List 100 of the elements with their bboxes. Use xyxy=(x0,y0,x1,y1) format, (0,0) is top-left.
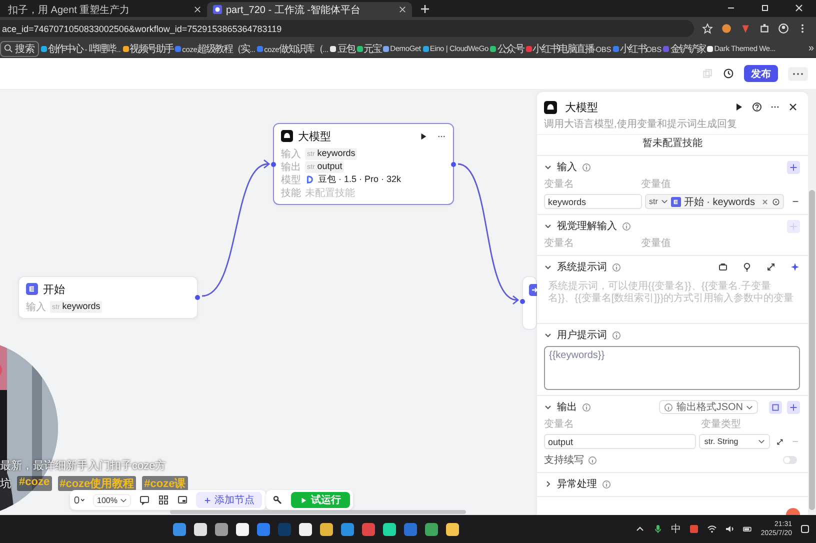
port-dot[interactable] xyxy=(451,162,456,167)
input-method-indicator[interactable]: 中 xyxy=(670,522,681,536)
row-label: 输入 xyxy=(26,300,46,314)
caption-text: 坑 xyxy=(0,476,11,491)
bookmark[interactable]: 公众号 xyxy=(490,42,524,56)
panel-description: 调用大语言模型,使用变量和提示词生成回复 xyxy=(543,118,738,132)
history-icon[interactable] xyxy=(723,68,734,79)
column-label: 变量名 xyxy=(544,236,575,250)
play-icon[interactable] xyxy=(734,102,744,112)
type-select[interactable]: str. String xyxy=(699,434,770,449)
chevron-icon[interactable] xyxy=(544,222,552,230)
template-icon[interactable] xyxy=(718,262,728,272)
comment-icon[interactable] xyxy=(139,495,150,505)
info-icon xyxy=(582,402,591,412)
minimap-icon[interactable] xyxy=(177,495,188,505)
info-icon xyxy=(602,480,611,488)
add-icon[interactable] xyxy=(787,400,800,414)
type-select[interactable]: str xyxy=(648,197,658,206)
microphone-icon[interactable] xyxy=(652,524,663,534)
bookmark[interactable]: 豆包 xyxy=(330,42,355,56)
site-icon xyxy=(213,5,222,14)
play-icon xyxy=(300,496,307,504)
port-dot[interactable] xyxy=(271,162,276,167)
address-bar[interactable]: ace_id=7467071050833002506&workflow_id=7529153865364783119 xyxy=(0,20,694,37)
app-icon[interactable] xyxy=(383,522,396,536)
mouse-icon[interactable] xyxy=(74,495,85,505)
name-field[interactable]: output xyxy=(544,434,696,449)
format-select[interactable]: 输出格式JSON xyxy=(659,400,758,414)
caret-icon xyxy=(120,498,128,502)
profile-icon[interactable] xyxy=(778,23,789,34)
grid-icon[interactable] xyxy=(158,495,170,505)
help-icon[interactable] xyxy=(752,102,762,112)
play-icon[interactable] xyxy=(419,132,428,140)
expand-icon[interactable] xyxy=(776,438,784,446)
chevron-icon[interactable] xyxy=(544,403,552,411)
extension-icon[interactable] xyxy=(721,23,732,34)
more-icon[interactable] xyxy=(788,66,808,80)
battery-icon[interactable] xyxy=(742,524,753,534)
start-icon xyxy=(26,283,38,295)
node-title: 开始 xyxy=(43,282,66,296)
column-label: 变量值 xyxy=(641,178,671,191)
settings-icon[interactable] xyxy=(772,198,780,206)
hashtag: #coze xyxy=(17,476,52,491)
name-field[interactable]: keywords xyxy=(544,194,642,209)
bulb-icon[interactable] xyxy=(742,262,752,272)
browser-tab[interactable]: part_720 - 工作流 -智能体平台 xyxy=(207,2,412,17)
add-icon[interactable] xyxy=(787,160,800,174)
row-label: 输入 xyxy=(281,148,301,160)
port-dot[interactable] xyxy=(195,295,200,300)
notification-icon[interactable] xyxy=(800,524,810,534)
search-overlay[interactable]: 搜索 xyxy=(0,40,39,56)
import-icon[interactable] xyxy=(769,400,782,414)
caret-icon xyxy=(746,404,753,410)
horizontal-scrollbar[interactable] xyxy=(170,510,466,514)
puzzle-icon[interactable] xyxy=(759,23,770,34)
browser-tab[interactable]: 扣子，用 Agent 重塑生产力 xyxy=(2,2,207,17)
chevron-icon[interactable] xyxy=(544,331,552,339)
wifi-icon[interactable] xyxy=(706,524,717,534)
publish-button[interactable]: 发布 xyxy=(744,65,778,82)
app-icon[interactable] xyxy=(194,522,208,536)
app-icon[interactable] xyxy=(320,522,334,536)
app-icon[interactable] xyxy=(215,522,228,536)
star-icon[interactable] xyxy=(702,23,713,34)
stream-label: 支持续写 xyxy=(544,454,584,467)
close-icon[interactable] xyxy=(788,102,798,112)
volume-icon[interactable] xyxy=(724,524,735,534)
value-field[interactable]: str 开始 · keywords xyxy=(644,194,784,209)
stream-toggle[interactable] xyxy=(783,456,797,464)
zoom-select[interactable]: 100% xyxy=(93,494,132,506)
port-dot[interactable] xyxy=(520,299,525,304)
chevron-icon[interactable] xyxy=(544,263,552,271)
wrench-icon[interactable] xyxy=(272,495,283,505)
restore-icon[interactable] xyxy=(760,3,770,13)
column-label: 变量值 xyxy=(641,236,671,250)
hashtag: #coze使用教程 xyxy=(58,476,136,491)
add-node-button[interactable]: 添加节点 xyxy=(196,492,262,508)
bookmark[interactable]: 视频号助手 xyxy=(122,42,174,56)
bookmark[interactable]: 金铲铲家 xyxy=(663,42,706,56)
app-icon[interactable] xyxy=(446,522,460,536)
node-card[interactable] xyxy=(522,276,537,330)
more-bookmarks[interactable]: » xyxy=(808,43,814,54)
model-icon xyxy=(281,130,293,142)
vertical-scrollbar[interactable] xyxy=(808,90,816,515)
prompt-field[interactable]: {{keywords}} xyxy=(544,346,800,390)
chevron-icon[interactable] xyxy=(544,480,552,488)
sparkle-icon[interactable] xyxy=(790,262,800,272)
section-title: 输入 xyxy=(557,160,577,174)
clear-icon[interactable] xyxy=(761,198,769,206)
extension-icon[interactable] xyxy=(740,23,751,34)
new-tab-icon[interactable] xyxy=(420,4,430,14)
app-icon[interactable] xyxy=(236,522,250,536)
app-icon[interactable] xyxy=(299,522,312,536)
section-title: 异常处理 xyxy=(557,478,597,491)
expand-icon[interactable] xyxy=(766,262,776,272)
chevron-icon[interactable] xyxy=(544,163,552,171)
row-label: 输出 xyxy=(281,160,301,174)
section-title: 输出 xyxy=(557,400,577,414)
bookmark[interactable]: 元宝 xyxy=(356,42,382,56)
caret-icon xyxy=(660,199,668,204)
app-tray-icon[interactable] xyxy=(688,524,699,534)
